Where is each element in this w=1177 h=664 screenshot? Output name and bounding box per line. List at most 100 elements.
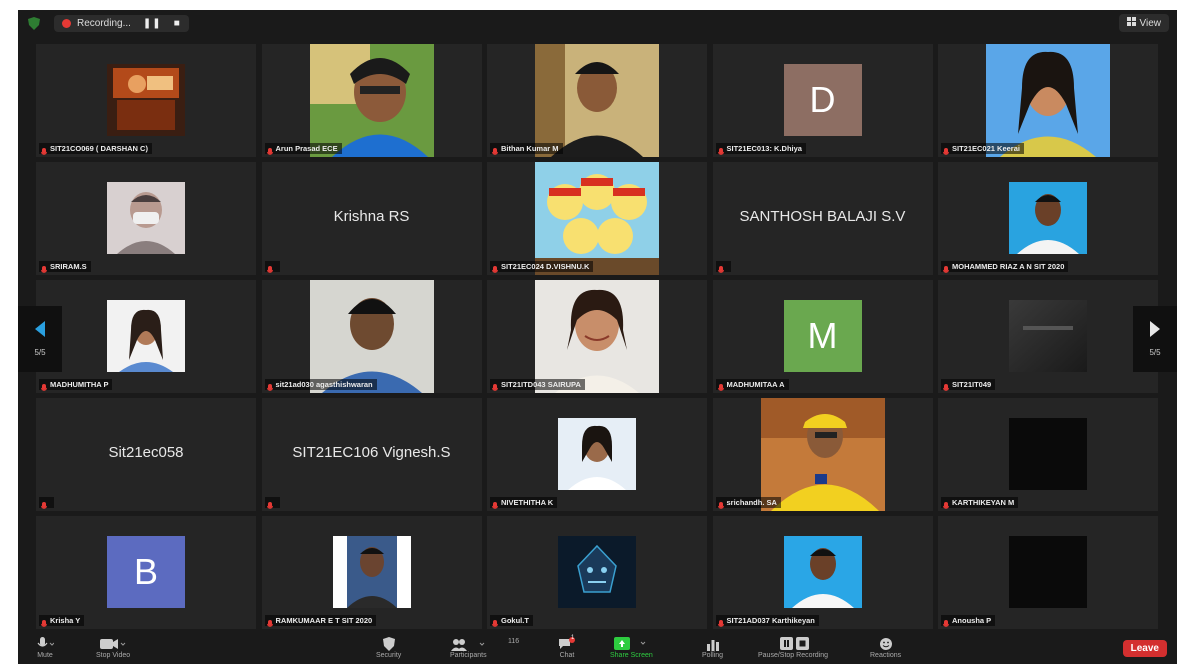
participant-tile[interactable]: MOHAMMED RIAZ A N SIT 2020 (938, 162, 1158, 275)
participants-count: 116 (508, 638, 520, 645)
participant-tile[interactable]: SANTHOSH BALAJI S.V (712, 162, 933, 275)
security-button[interactable]: Security (376, 636, 401, 659)
participant-name: sit21ad030 agasthishwaran (275, 380, 373, 389)
participant-tile[interactable]: Bithan Kumar M (487, 44, 707, 157)
participant-tile[interactable]: SIT21EC021 Keerai (938, 44, 1158, 157)
participant-video (1009, 182, 1087, 254)
participant-tile[interactable]: RAMKUMAAR E T SIT 2020 (261, 516, 482, 629)
participant-tile[interactable]: Sit21ec058 (36, 398, 256, 511)
pause-stop-recording-button[interactable]: Pause/Stop Recording (758, 636, 828, 659)
mute-button[interactable]: Mute (36, 636, 54, 659)
muted-mic-icon (717, 262, 724, 273)
muted-mic-icon (40, 616, 48, 627)
participants-icon (451, 636, 485, 652)
participant-name-bar (715, 261, 731, 273)
pause-recording-icon[interactable]: ❚❚ (143, 18, 162, 29)
participant-tile[interactable]: D SIT21EC013: K.Dhiya (712, 44, 933, 157)
participant-tile[interactable]: SRIRAM.S (36, 162, 256, 275)
participant-name-bar: SIT21IT049 (941, 379, 996, 391)
participant-name-bar: KARTHIKEYAN M (941, 497, 1019, 509)
participant-name-bar: SIT21AD037 Karthikeyan (715, 615, 819, 627)
participant-tile[interactable]: Arun Prasad ECE (261, 44, 482, 157)
leave-button[interactable]: Leave (1122, 640, 1167, 657)
participant-tile[interactable]: M MADHUMITAA A (712, 280, 933, 393)
participant-name-bar: SIT21CO069 ( DARSHAN C) (39, 143, 152, 155)
participant-name-bar (264, 261, 280, 273)
participant-name: KARTHIKEYAN M (952, 498, 1015, 507)
video-grid: SIT21CO069 ( DARSHAN C) Arun Prasad ECE Bi… (36, 44, 1158, 629)
participants-button[interactable]: Participants (450, 636, 487, 659)
participant-name-bar: SRIRAM.S (39, 261, 91, 273)
previous-page-button[interactable]: 5/5 (18, 306, 62, 372)
participant-name: MADHUMITHA P (50, 380, 109, 389)
participant-tile[interactable]: SIT21ITD043 SAIRUPA (487, 280, 707, 393)
participant-tile[interactable]: SIT21EC106 Vignesh.S (261, 398, 482, 511)
participant-name: SIT21EC021 Keerai (952, 144, 1020, 153)
muted-mic-icon (491, 498, 499, 509)
participant-name-bar: Bithan Kumar M (490, 143, 563, 155)
muted-mic-icon (717, 498, 724, 509)
recording-label: Recording... (77, 17, 131, 29)
muted-mic-icon (942, 498, 950, 509)
participant-name-bar: SIT21ITD043 SAIRUPA (490, 379, 585, 391)
pause-stop-icon (776, 636, 810, 652)
participant-tile[interactable]: Krishna RS (261, 162, 482, 275)
participant-tile[interactable]: SIT21CO069 ( DARSHAN C) (36, 44, 256, 157)
participant-avatar: M (783, 300, 862, 372)
muted-mic-icon (266, 144, 273, 155)
participant-name: SIT21ITD043 SAIRUPA (501, 380, 581, 389)
muted-mic-icon (717, 144, 724, 155)
participant-name: SIT21EC013: K.Dhiya (726, 144, 802, 153)
muted-mic-icon (40, 498, 48, 509)
muted-mic-icon (942, 262, 950, 273)
page-indicator-left: 5/5 (34, 348, 46, 357)
participant-tile[interactable]: SIT21EC024 D.VISHNU.K (487, 162, 707, 275)
muted-mic-icon (942, 616, 950, 627)
participant-video (535, 44, 659, 157)
muted-mic-icon (717, 380, 724, 391)
share-screen-button[interactable]: Share Screen (610, 636, 653, 659)
participant-name-bar: SIT21EC021 Keerai (941, 143, 1024, 155)
reactions-button[interactable]: Reactions (870, 636, 901, 659)
camera-icon (100, 636, 126, 652)
muted-mic-icon (717, 616, 724, 627)
participant-video (1009, 418, 1087, 490)
polling-button[interactable]: Polling (702, 636, 723, 659)
polling-icon (706, 636, 720, 652)
participant-name: Krisha Y (50, 616, 81, 625)
participant-name: srichandh. SA (726, 498, 777, 507)
participant-video (986, 44, 1110, 157)
participant-video (332, 536, 411, 608)
participant-tile[interactable]: SIT21AD037 Karthikeyan (712, 516, 933, 629)
participant-name: SIT21CO069 ( DARSHAN C) (50, 144, 148, 153)
participant-name: Gokul.T (501, 616, 529, 625)
participant-video (760, 398, 885, 511)
view-button[interactable]: View (1118, 14, 1169, 32)
participant-tile[interactable]: MADHUMITHA P (36, 280, 256, 393)
participant-video (1009, 536, 1087, 608)
stop-recording-icon[interactable]: ■ (174, 18, 181, 29)
participant-video (107, 182, 185, 254)
participant-tile[interactable]: sit21ad030 agasthishwaran (261, 280, 482, 393)
arrow-right-icon (1149, 321, 1161, 342)
participant-name: SIT21AD037 Karthikeyan (726, 616, 815, 625)
microphone-icon (36, 636, 54, 652)
page-indicator-right: 5/5 (1149, 348, 1161, 357)
muted-mic-icon (491, 380, 499, 391)
participant-tile[interactable]: NIVETHITHA K (487, 398, 707, 511)
participant-tile[interactable]: Anousha P (938, 516, 1158, 629)
participant-tile[interactable]: B Krisha Y (36, 516, 256, 629)
next-page-button[interactable]: 5/5 (1133, 306, 1177, 372)
participant-tile[interactable]: srichandh. SA (712, 398, 933, 511)
participant-tile[interactable]: SIT21IT049 (938, 280, 1158, 393)
recording-indicator[interactable]: Recording... ❚❚ ■ (54, 14, 189, 32)
shield-icon[interactable] (28, 16, 40, 30)
participant-name-bar: srichandh. SA (715, 497, 781, 509)
participant-display-name: Sit21ec058 (108, 444, 184, 461)
participant-display-name: Krishna RS (333, 208, 410, 225)
participant-video (558, 418, 636, 490)
participant-name-bar: Arun Prasad ECE (264, 143, 342, 155)
participant-tile[interactable]: KARTHIKEYAN M (938, 398, 1158, 511)
stop-video-button[interactable]: Stop Video (96, 636, 130, 659)
participant-tile[interactable]: Gokul.T (487, 516, 707, 629)
